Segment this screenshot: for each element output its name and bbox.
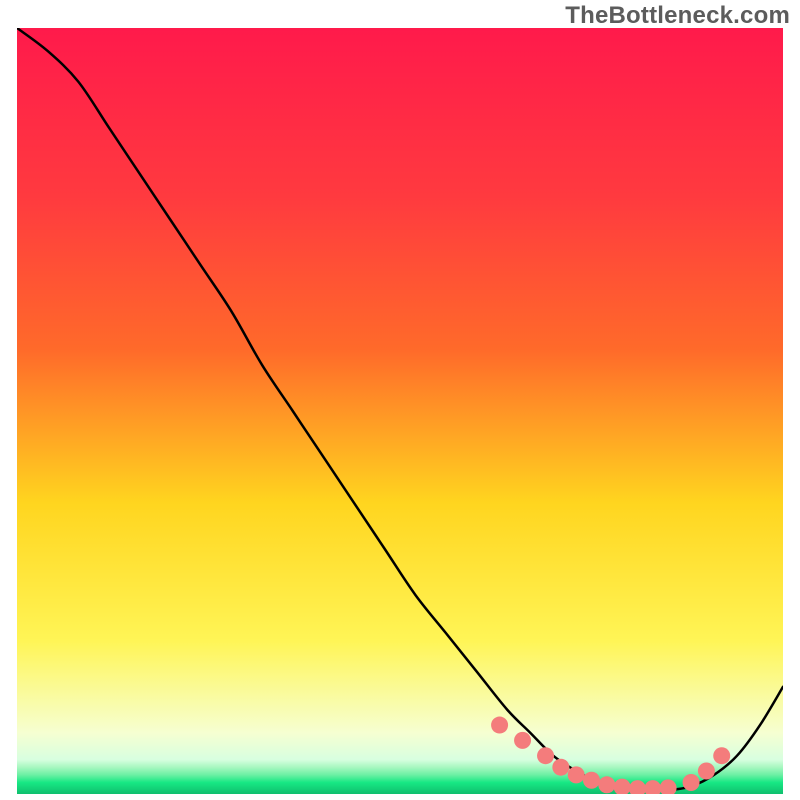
gradient-background — [17, 28, 783, 794]
sweet-spot-dot — [683, 774, 700, 791]
sweet-spot-dot — [598, 776, 615, 793]
chart-svg — [17, 28, 783, 794]
sweet-spot-dot — [713, 747, 730, 764]
chart-container: TheBottleneck.com — [0, 0, 800, 800]
sweet-spot-dot — [537, 747, 554, 764]
sweet-spot-dot — [552, 759, 569, 776]
sweet-spot-dot — [583, 772, 600, 789]
sweet-spot-dot — [568, 766, 585, 783]
sweet-spot-dot — [698, 763, 715, 780]
sweet-spot-dot — [491, 717, 508, 734]
sweet-spot-dot — [514, 732, 531, 749]
watermark-text: TheBottleneck.com — [565, 2, 790, 30]
plot-area — [17, 28, 783, 794]
